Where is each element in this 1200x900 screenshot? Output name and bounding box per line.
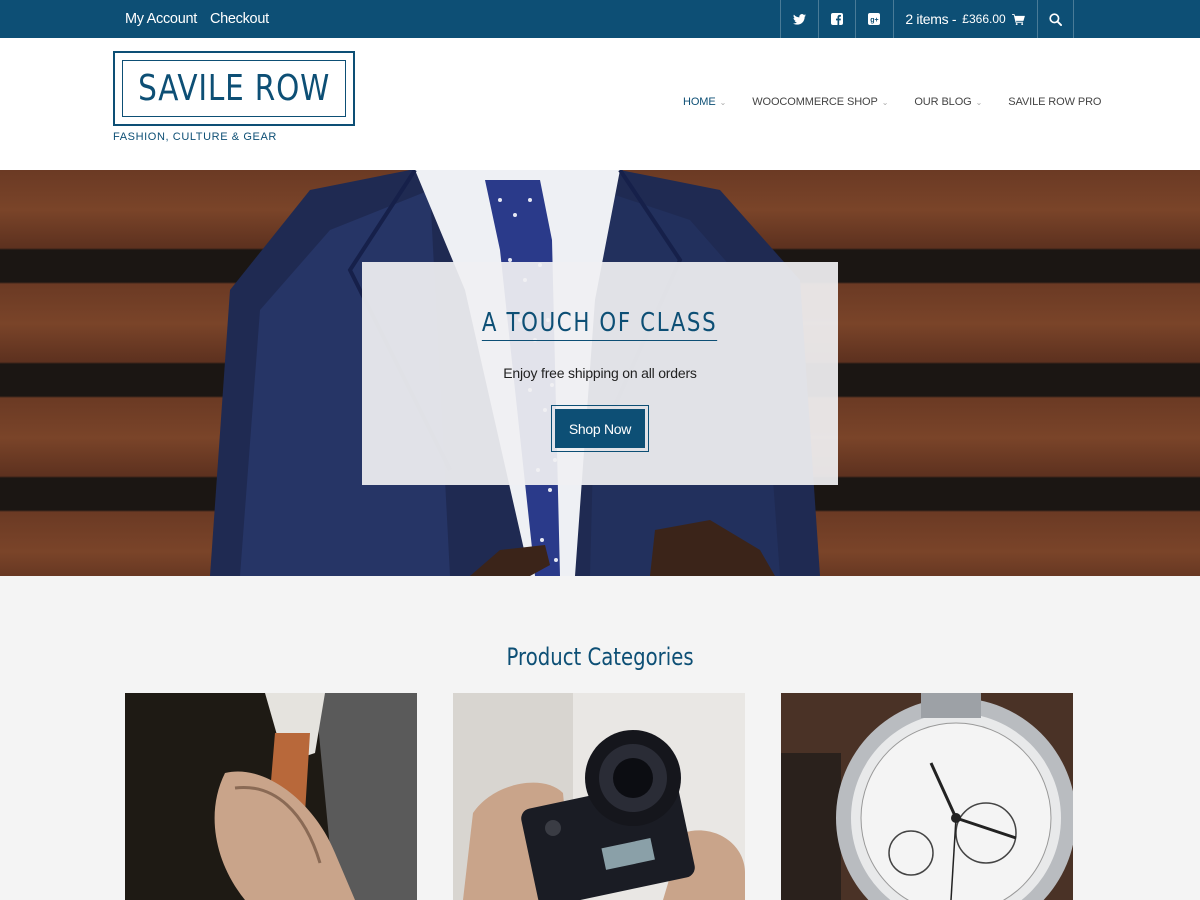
svg-text:g+: g+ [870, 17, 878, 24]
shop-now-button[interactable]: Shop Now [555, 409, 645, 448]
facebook-link[interactable] [817, 0, 856, 38]
nav-item-label: OUR BLOG [914, 96, 972, 108]
main-nav: HOME ⌄ WOOCOMMERCE SHOP ⌄ OUR BLOG ⌄ SAV… [683, 96, 1101, 108]
hero-subtitle: Enjoy free shipping on all orders [503, 365, 697, 381]
google-plus-link[interactable]: g+ [855, 0, 893, 38]
shop-now-button-frame: Shop Now [551, 405, 649, 452]
chevron-down-icon: ⌄ [719, 97, 727, 107]
category-card-1[interactable] [125, 693, 417, 900]
site-tagline: FASHION, CULTURE & GEAR [113, 131, 277, 143]
category-image-tie [125, 693, 417, 900]
chevron-down-icon: ⌄ [881, 97, 889, 107]
nav-item-woocommerce-shop[interactable]: WOOCOMMERCE SHOP ⌄ [752, 96, 888, 108]
search-button[interactable] [1036, 0, 1074, 38]
cart-items-count: 2 items - [905, 11, 957, 27]
nav-item-our-blog[interactable]: OUR BLOG ⌄ [914, 96, 982, 108]
top-bar: My Account Checkout g+ 2 items - £366.00 [0, 0, 1200, 38]
twitter-icon [792, 13, 806, 25]
cart-icon [1011, 13, 1025, 25]
site-header: SAVILE ROW FASHION, CULTURE & GEAR HOME … [0, 38, 1200, 170]
search-icon [1049, 12, 1062, 26]
google-plus-icon: g+ [868, 13, 881, 25]
cart-total: £366.00 [962, 12, 1006, 26]
twitter-link[interactable] [780, 0, 818, 38]
cart-summary[interactable]: 2 items - £366.00 [892, 0, 1037, 38]
hero-banner: A TOUCH OF CLASS Enjoy free shipping on … [0, 170, 1200, 576]
checkout-link[interactable]: Checkout [210, 11, 269, 27]
site-logo[interactable]: SAVILE ROW [113, 51, 355, 126]
hero-title: A TOUCH OF CLASS [362, 308, 838, 341]
product-categories-heading: Product Categories [506, 643, 694, 671]
nav-item-label: SAVILE ROW PRO [1008, 96, 1102, 108]
nav-item-home[interactable]: HOME ⌄ [683, 96, 726, 108]
logo-inner-frame: SAVILE ROW [122, 60, 346, 117]
nav-item-savile-row-pro[interactable]: SAVILE ROW PRO [1008, 96, 1101, 108]
top-bar-actions: g+ 2 items - £366.00 [780, 0, 1074, 38]
category-card-2[interactable] [453, 693, 745, 900]
category-image-watch [781, 693, 1073, 900]
nav-item-label: WOOCOMMERCE SHOP [752, 96, 878, 108]
chevron-down-icon: ⌄ [975, 97, 983, 107]
category-image-camera [453, 693, 745, 900]
nav-item-label: HOME [683, 96, 716, 108]
logo-text: SAVILE ROW [137, 68, 331, 109]
facebook-icon [830, 13, 843, 25]
my-account-link[interactable]: My Account [125, 11, 197, 27]
account-links: My Account Checkout [125, 0, 269, 38]
category-card-3[interactable] [781, 693, 1073, 900]
hero-overlay-box: A TOUCH OF CLASS Enjoy free shipping on … [362, 262, 838, 485]
